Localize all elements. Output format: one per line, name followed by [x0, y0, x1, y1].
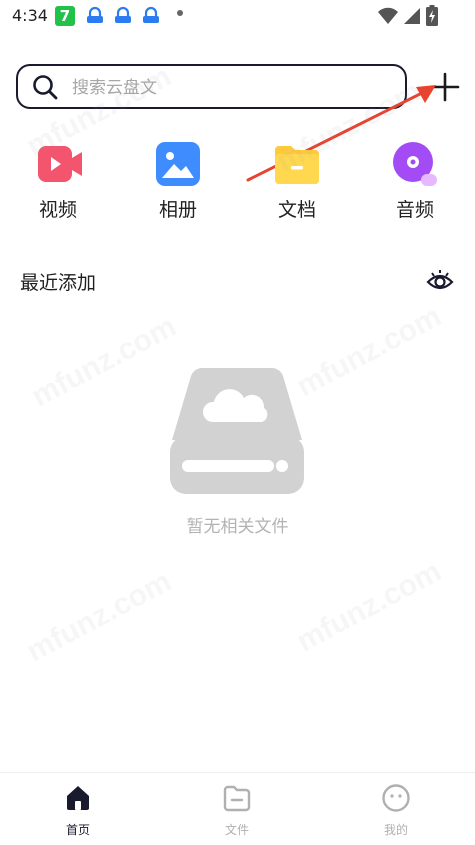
photo-album-icon — [156, 142, 200, 186]
wifi-icon — [378, 7, 398, 25]
add-button[interactable] — [428, 70, 462, 104]
nav-profile[interactable]: 我的 — [356, 783, 436, 843]
battery-charging-icon — [426, 5, 438, 26]
category-label: 相册 — [158, 199, 197, 221]
video-icon — [38, 146, 82, 182]
home-icon — [67, 786, 89, 810]
bottom-navigation: 首页 文件 我的 — [0, 772, 475, 845]
category-video[interactable]: 视频 — [18, 140, 98, 222]
nav-home[interactable]: 首页 — [38, 783, 118, 843]
nav-label: 文件 — [224, 823, 249, 837]
search-bar[interactable] — [16, 64, 407, 109]
folder-icon — [223, 785, 251, 812]
category-photos[interactable]: 相册 — [138, 140, 218, 222]
audio-disc-icon — [393, 142, 437, 186]
recent-section-title: 最近添加 — [20, 272, 97, 294]
empty-drive-illustration — [170, 368, 304, 494]
notification-lock-app-icon — [115, 6, 131, 23]
status-bar: 4:34 7 — [0, 0, 475, 32]
document-folder-icon — [275, 146, 319, 184]
category-audio[interactable]: 音频 — [375, 140, 455, 222]
notification-badge: 7 — [59, 7, 71, 25]
status-time: 4:34 — [12, 6, 48, 25]
eye-icon[interactable] — [426, 268, 454, 292]
category-label: 视频 — [38, 199, 77, 221]
search-input[interactable] — [70, 74, 394, 102]
search-icon — [33, 75, 58, 100]
profile-face-icon — [382, 784, 410, 812]
category-label: 音频 — [395, 199, 434, 221]
nav-label: 首页 — [65, 823, 90, 837]
notification-lock-app-icon — [143, 6, 159, 23]
watermark: mfunz.com — [21, 564, 177, 669]
watermark: mfunz.com — [291, 299, 447, 404]
signal-icon — [404, 8, 420, 24]
notification-lock-app-icon — [87, 6, 103, 23]
watermark: mfunz.com — [291, 554, 447, 659]
nav-label: 我的 — [383, 823, 408, 837]
category-label: 文档 — [277, 199, 316, 221]
more-notifications-dot — [177, 10, 183, 16]
empty-state-text: 暂无相关文件 — [186, 517, 289, 537]
watermark: mfunz.com — [26, 309, 182, 414]
notification-app-7-icon: 7 — [55, 6, 75, 26]
nav-files[interactable]: 文件 — [197, 783, 277, 843]
category-documents[interactable]: 文档 — [257, 140, 337, 222]
